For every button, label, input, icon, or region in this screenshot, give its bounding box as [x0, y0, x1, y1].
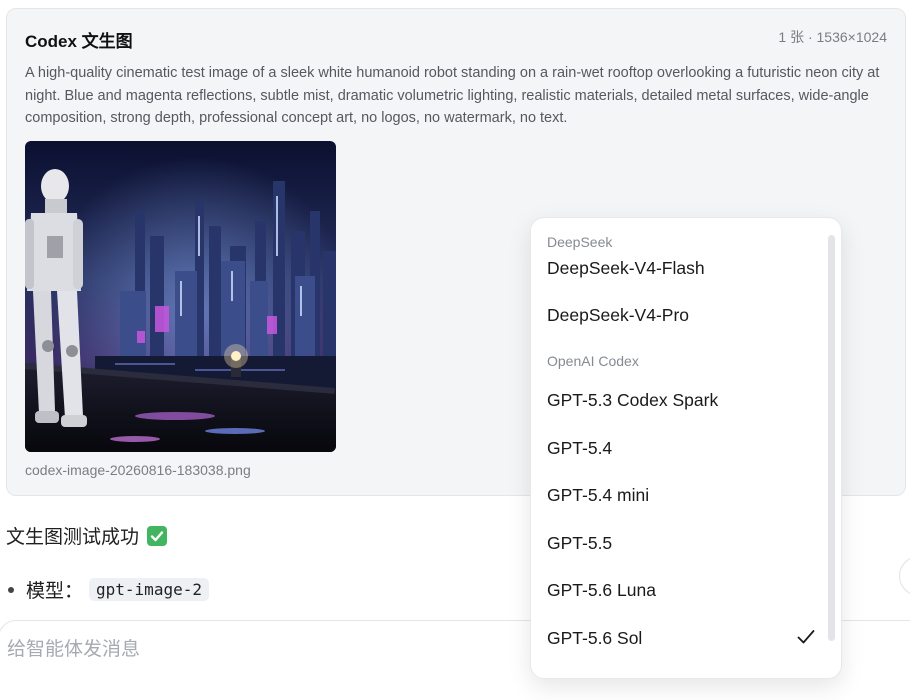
check-mark-emoji-icon	[147, 525, 168, 546]
bullet-icon	[8, 586, 14, 593]
model-select-dropdown: DeepSeek DeepSeek-V4-Flash DeepSeek-V4-P…	[530, 217, 842, 679]
model-option-deepseek-v4-flash[interactable]: DeepSeek-V4-Flash	[547, 258, 817, 279]
model-option-gpt-5-4[interactable]: GPT-5.4	[547, 438, 817, 459]
model-bullet: 模型： gpt-image-2	[6, 576, 209, 603]
generated-image-thumbnail[interactable]	[25, 141, 336, 452]
result-message: 文生图测试成功	[6, 522, 168, 549]
group-label-openai-codex: OpenAI Codex	[547, 353, 639, 369]
model-code: gpt-image-2	[89, 578, 209, 601]
card-title: Codex 文生图	[25, 32, 133, 51]
image-prompt-text: A high-quality cinematic test image of a…	[25, 65, 880, 126]
model-option-gpt-5-6-luna[interactable]: GPT-5.6 Luna	[547, 580, 817, 601]
robot-city-image	[25, 141, 336, 452]
model-option-gpt-5-4-mini[interactable]: GPT-5.4 mini	[547, 485, 817, 506]
model-label: 模型：	[26, 581, 84, 602]
image-filename: codex-image-20260816-183038.png	[25, 462, 251, 478]
image-count-size: 1 张 · 1536×1024	[778, 29, 887, 45]
group-label-deepseek: DeepSeek	[547, 234, 613, 250]
model-option-deepseek-v4-pro[interactable]: DeepSeek-V4-Pro	[547, 305, 817, 326]
result-text: 文生图测试成功	[6, 527, 140, 548]
dropdown-scrollbar[interactable]	[828, 235, 835, 641]
model-option-gpt-5-6-sol[interactable]: GPT-5.6 Sol	[547, 628, 817, 649]
model-option-gpt-5-3-codex-spark[interactable]: GPT-5.3 Codex Spark	[547, 390, 817, 411]
model-option-gpt-5-5[interactable]: GPT-5.5	[547, 533, 817, 554]
message-input[interactable]	[7, 639, 507, 661]
scroll-to-bottom-button[interactable]	[899, 556, 910, 596]
selected-check-icon	[797, 630, 815, 644]
